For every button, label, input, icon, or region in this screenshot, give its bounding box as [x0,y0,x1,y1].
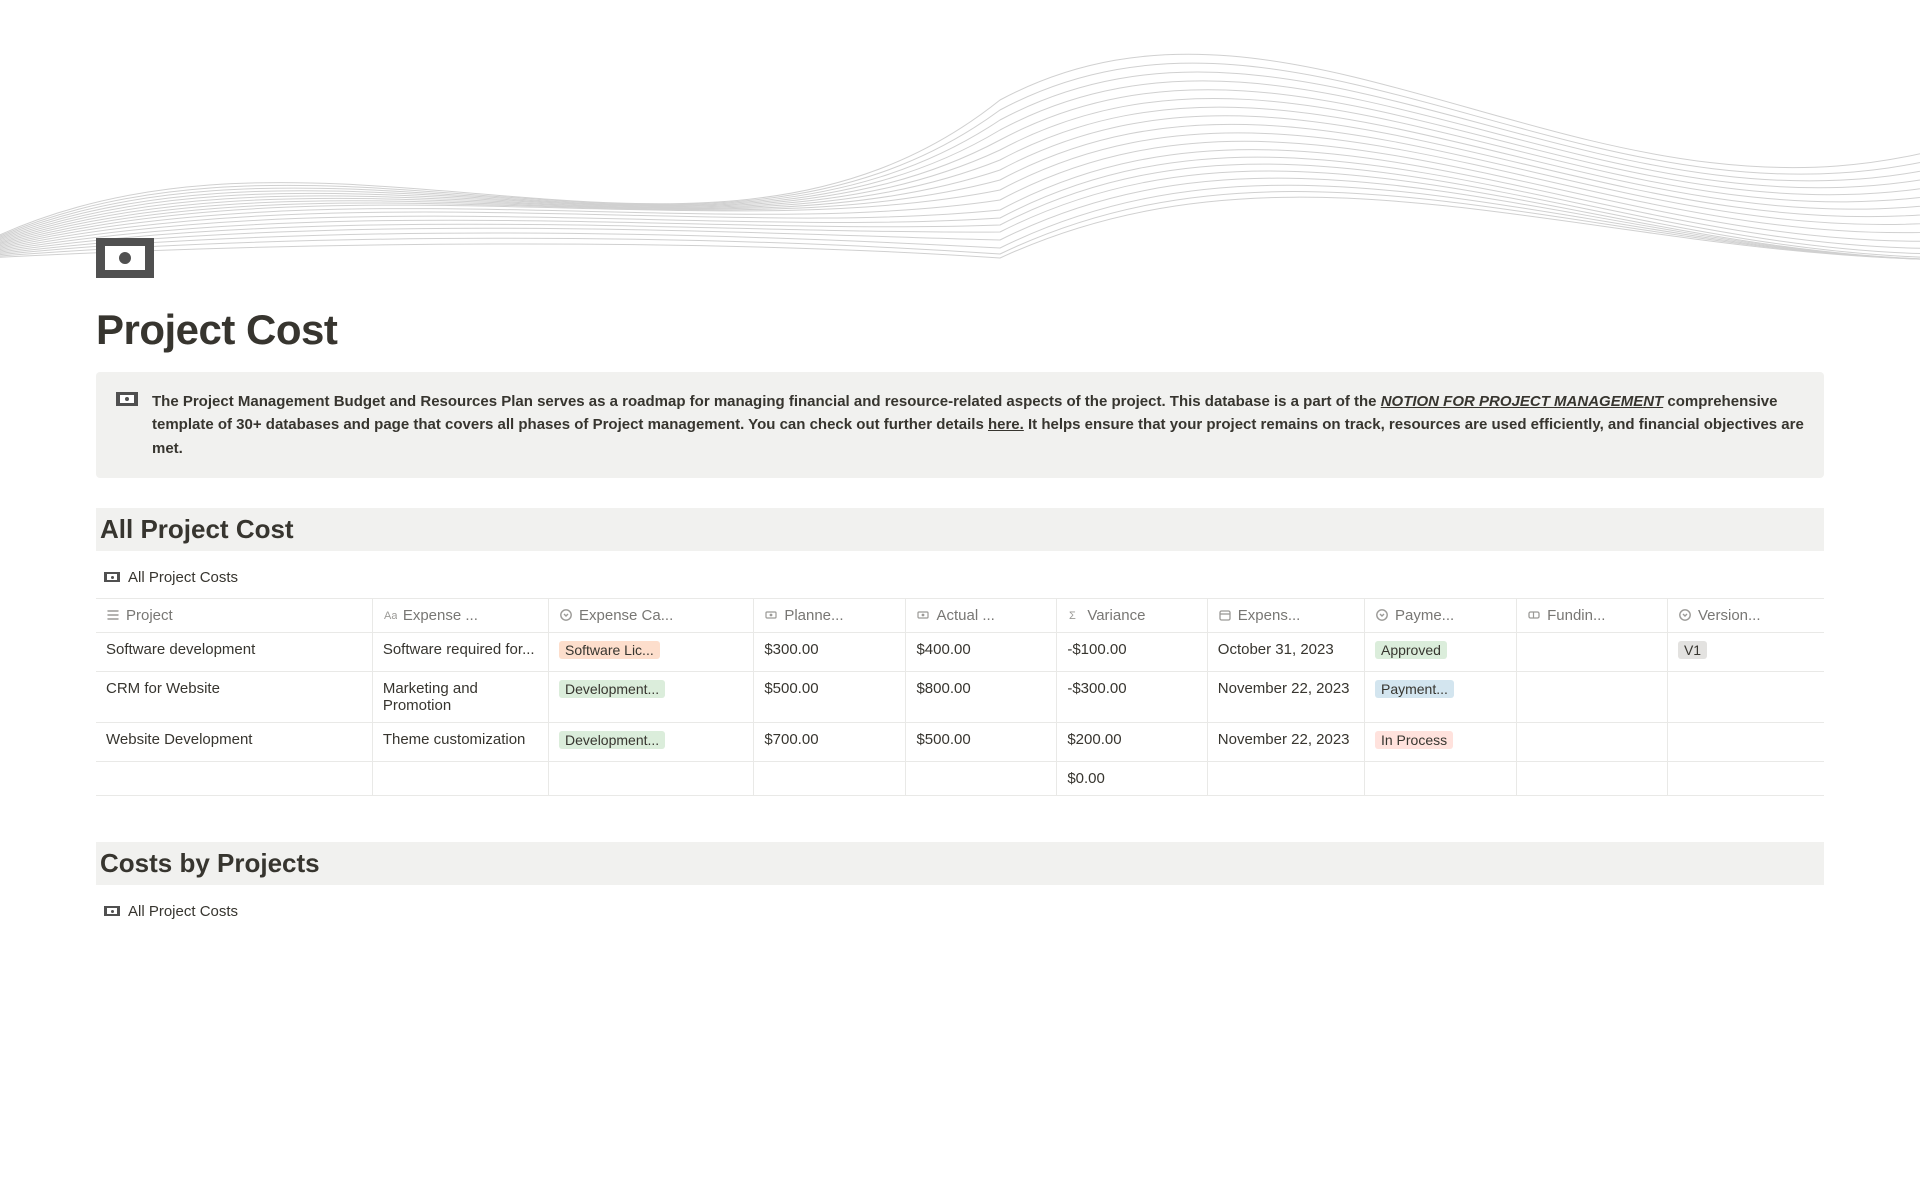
table-row[interactable]: Website Development Theme customization De… [96,722,1824,761]
col-version[interactable]: Version... [1667,598,1824,632]
text-icon: Aa [383,608,397,622]
table-project-costs: Project Aa Expense ... Expense Ca... Pla… [96,598,1824,796]
cell-date: October 31, 2023 [1218,641,1354,658]
money-icon [104,906,120,916]
cell-category-tag: Development... [559,680,665,698]
view-tab-label: All Project Costs [128,903,238,920]
col-variance[interactable]: Σ Variance [1057,598,1207,632]
select-icon [1678,608,1692,622]
cell-desc: Theme customization [383,731,538,748]
view-tab-all-project-costs-2[interactable]: All Project Costs [96,897,246,926]
cell-project: CRM for Website [106,680,220,697]
cell-date: November 22, 2023 [1218,680,1354,697]
footer-variance-total: $0.00 [1057,761,1207,795]
select-icon [1375,608,1389,622]
relation-icon [1527,608,1541,622]
col-funding[interactable]: Fundin... [1517,598,1668,632]
cell-date: November 22, 2023 [1218,731,1354,748]
cell-actual: $800.00 [906,671,1057,722]
cell-version [1667,722,1824,761]
col-expense-category[interactable]: Expense Ca... [549,598,754,632]
cell-planned: $300.00 [754,632,906,671]
cell-variance: -$100.00 [1057,632,1207,671]
cell-funding [1517,671,1668,722]
cell-project: Software development [106,641,255,658]
col-expense-date[interactable]: Expens... [1207,598,1364,632]
cell-payment-tag: In Process [1375,731,1453,749]
callout-text: The Project Management Budget and Resour… [152,390,1804,460]
cell-payment-tag: Approved [1375,641,1447,659]
table-footer-row: $0.00 [96,761,1824,795]
table-row[interactable]: CRM for Website Marketing and Promotion De… [96,671,1824,722]
cell-category-tag: Software Lic... [559,641,660,659]
list-icon [106,608,120,622]
cell-variance: $200.00 [1057,722,1207,761]
col-actual[interactable]: Actual ... [906,598,1057,632]
svg-text:Aa: Aa [384,610,397,622]
cell-funding [1517,632,1668,671]
number-icon [764,608,778,622]
cell-actual: $400.00 [906,632,1057,671]
cell-project: Website Development [106,731,252,748]
cell-payment-tag: Payment... [1375,680,1454,698]
cell-desc: Software required for... [383,641,538,658]
select-icon [559,608,573,622]
section-costs-by-projects: Costs by Projects [96,842,1824,885]
formula-icon: Σ [1067,608,1081,622]
callout-link-here[interactable]: here. [988,416,1024,433]
table-row[interactable]: Software development Software required fo… [96,632,1824,671]
svg-text:Σ: Σ [1069,610,1076,622]
cell-funding [1517,722,1668,761]
callout-block: The Project Management Budget and Resour… [96,372,1824,478]
money-icon [104,572,120,582]
cell-actual: $500.00 [906,722,1057,761]
cell-planned: $700.00 [754,722,906,761]
page-icon-money[interactable] [96,238,154,278]
cell-version [1667,671,1824,722]
cell-version-tag: V1 [1678,641,1707,659]
page-title: Project Cost [96,306,1824,354]
section-all-project-cost: All Project Cost [96,508,1824,551]
cell-variance: -$300.00 [1057,671,1207,722]
col-planned[interactable]: Planne... [754,598,906,632]
view-tab-all-project-costs[interactable]: All Project Costs [96,563,246,592]
table-header-row: Project Aa Expense ... Expense Ca... Pla… [96,598,1824,632]
callout-t1: The Project Management Budget and Resour… [152,393,1381,410]
col-expense-desc[interactable]: Aa Expense ... [372,598,548,632]
cell-desc: Marketing and Promotion [383,680,538,714]
cell-category-tag: Development... [559,731,665,749]
money-icon [116,392,138,460]
view-tab-label: All Project Costs [128,569,238,586]
number-icon [916,608,930,622]
cell-version: V1 [1667,632,1824,671]
cell-planned: $500.00 [754,671,906,722]
col-project[interactable]: Project [96,598,372,632]
cover-image [0,0,1920,260]
calendar-icon [1218,608,1232,622]
callout-link-notion-pm[interactable]: NOTION FOR PROJECT MANAGEMENT [1381,393,1664,410]
col-payment[interactable]: Payme... [1364,598,1516,632]
